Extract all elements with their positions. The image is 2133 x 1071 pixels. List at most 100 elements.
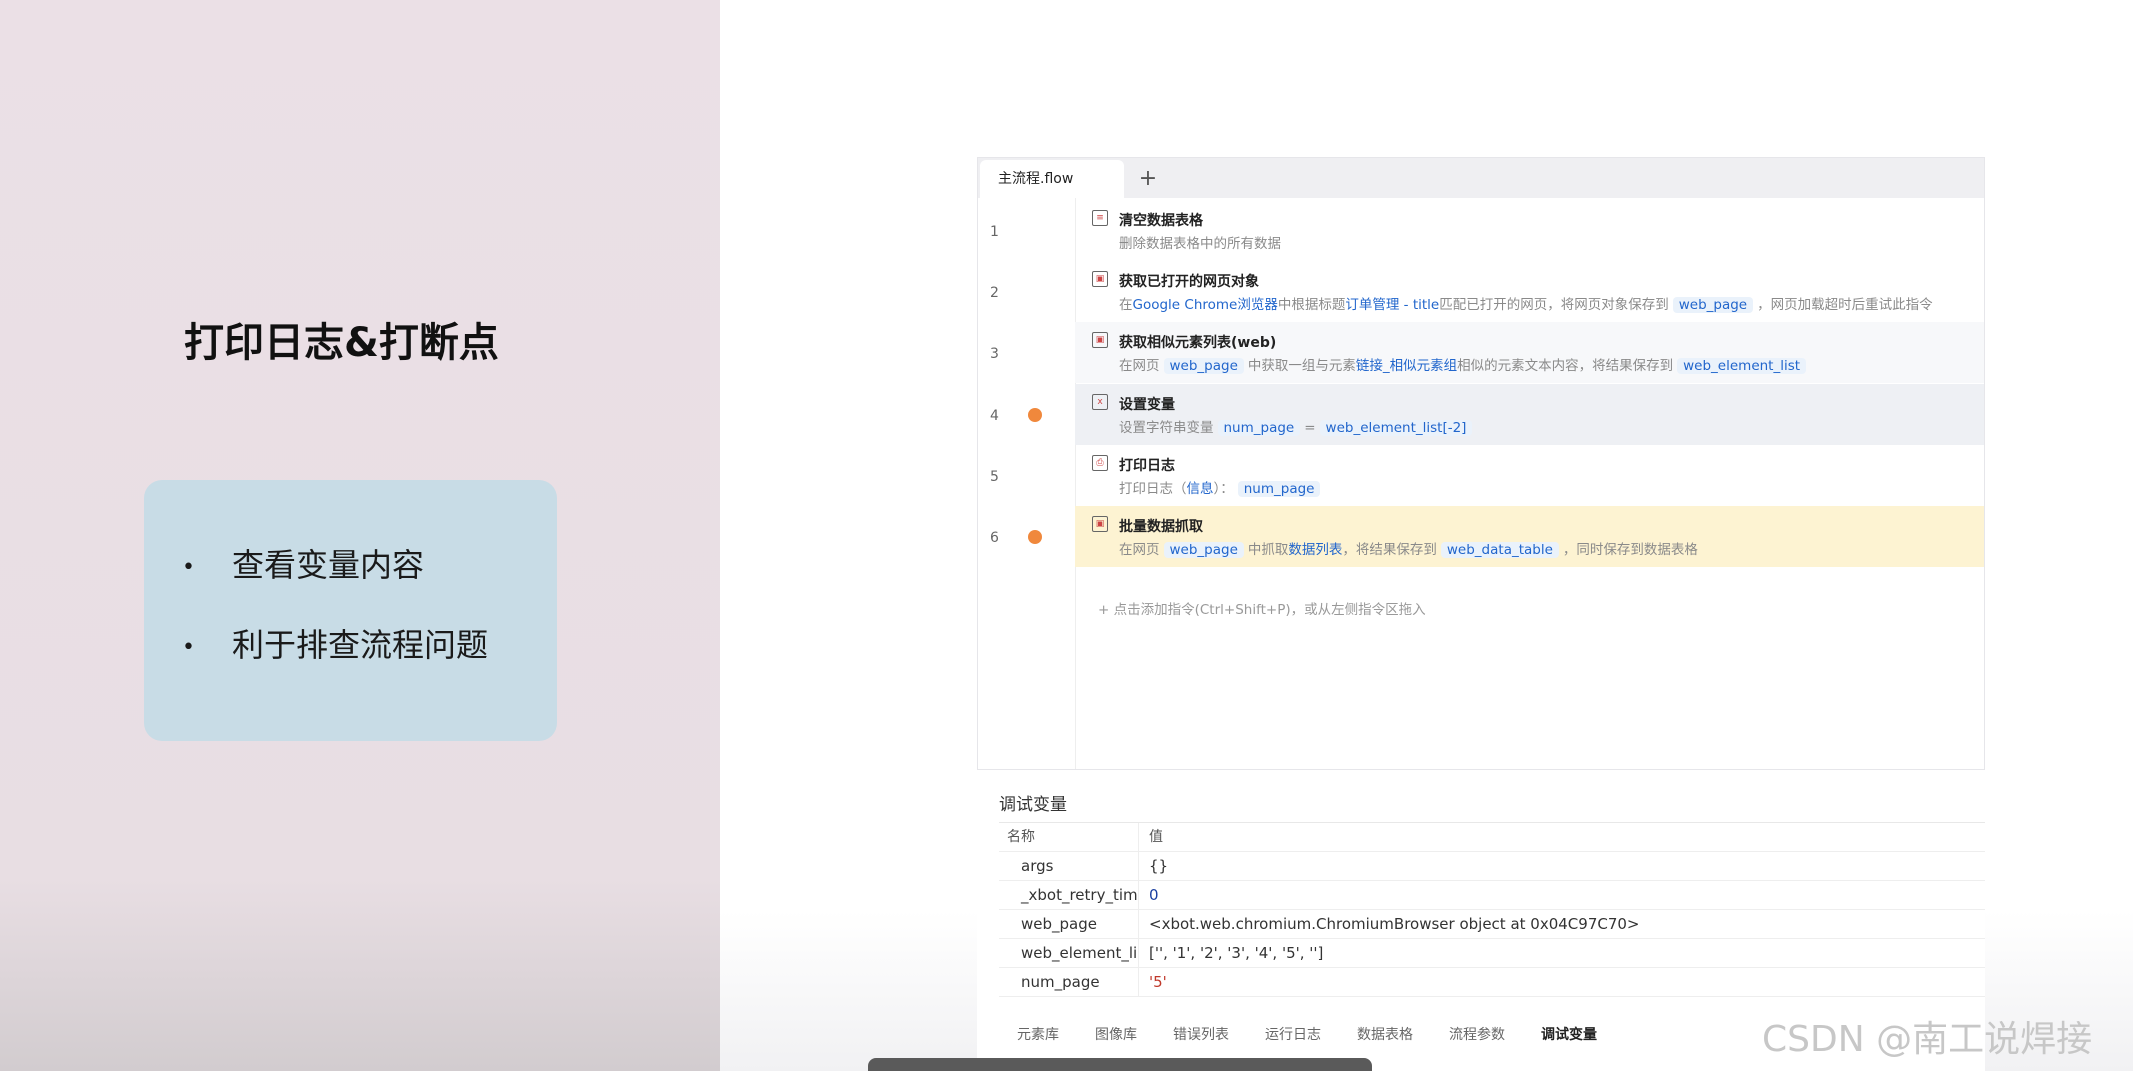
bottom-tab[interactable]: 运行日志 xyxy=(1265,1024,1321,1044)
table-row[interactable]: num_page '5' xyxy=(999,968,1985,997)
command-title: 设置变量 xyxy=(1119,397,1175,413)
debug-variables-table: 名称 值 args {} _xbot_retry_time 0 web_page <xbo… xyxy=(999,822,1985,997)
command-icon: ▣ xyxy=(1092,271,1108,287)
command-icon: ≡ xyxy=(1092,210,1108,226)
bullet-text: 查看变量内容 xyxy=(232,546,425,584)
description-segment: 中抓取 xyxy=(1247,542,1289,558)
bullet-text: 利于排查流程问题 xyxy=(232,626,489,664)
command-row[interactable]: 1 ≡ 清空数据表格删除数据表格中的所有数据 xyxy=(978,200,1984,261)
watermark: CSDN @南工说焊接 xyxy=(1762,1019,2093,1060)
table-row[interactable]: args {} xyxy=(999,852,1985,881)
command-row[interactable]: 6 ▣ 批量数据抓取 在网页 web_page 中抓取数据列表，将结果保存到 web_dat… xyxy=(978,506,1984,567)
variable-value: '5' xyxy=(1149,973,1167,991)
description-segment: 链接_相似元素组 xyxy=(1355,358,1458,374)
add-tab-button[interactable]: + xyxy=(1133,164,1163,194)
bottom-tab[interactable]: 数据表格 xyxy=(1357,1024,1413,1044)
description-segment: Google Chrome浏览器 xyxy=(1132,297,1278,313)
bullet-dot: • xyxy=(182,554,195,580)
command-description: 在网页 web_page 中抓取数据列表，将结果保存到 web_data_table，… xyxy=(1119,538,1698,558)
line-number: 2 xyxy=(990,285,999,301)
variable-name: web_element_list xyxy=(999,939,1139,967)
breakpoint-marker[interactable] xyxy=(1028,408,1042,422)
command-row[interactable]: 5 ⎙ 打印日志 打印日志（信息）： num_page xyxy=(978,445,1984,506)
command-row[interactable]: 3 ▣ 获取相似元素列表(web) 在网页 web_page 中获取一组与元素链接_相似元… xyxy=(978,322,1984,383)
table-row[interactable]: _xbot_retry_time 0 xyxy=(999,881,1985,910)
command-title: 批量数据抓取 xyxy=(1119,519,1203,535)
tab-main-flow[interactable]: 主流程.flow xyxy=(980,160,1124,198)
command-content[interactable]: x 设置变量设置字符串变量 num_page = web_element_list[-2… xyxy=(1075,384,1984,445)
variable-value: 0 xyxy=(1149,886,1159,904)
bottom-tab-bar: 元素库 图像库 错误列表 运行日志 数据表格 流程参数 调试变量 xyxy=(1017,1024,1633,1044)
description-segment: 打印日志（ xyxy=(1119,481,1187,497)
variable-name: _xbot_retry_time xyxy=(999,881,1139,909)
line-number: 6 xyxy=(990,530,999,546)
description-segment: 匹配已打开的网页，将网页对象保存到 xyxy=(1439,297,1669,313)
command-icon: ▣ xyxy=(1092,516,1108,532)
command-title: 清空数据表格 xyxy=(1119,213,1203,229)
command-description: 打印日志（信息）： num_page xyxy=(1119,477,1324,497)
description-segment: ，网页加载超时后重试此指令 xyxy=(1757,297,1933,313)
description-segment: 数据列表 xyxy=(1288,542,1343,558)
line-number: 1 xyxy=(990,224,999,240)
flow-editor: 主流程.flow + 1 ≡ 清空数据表格删除数据表格中的所有数据 2 ▣ 获取已打开的网… xyxy=(977,157,1985,770)
description-segment: num_page xyxy=(1217,420,1301,436)
description-segment: 相似的元素文本内容，将结果保存到 xyxy=(1457,358,1674,374)
debug-panel-title: 调试变量 xyxy=(999,795,1067,815)
description-segment: web_page xyxy=(1163,542,1244,558)
description-segment: 信息 xyxy=(1186,481,1214,497)
bottom-tab[interactable]: 元素库 xyxy=(1017,1024,1059,1044)
description-segment: ）： xyxy=(1213,481,1234,497)
description-segment: web_data_table xyxy=(1440,542,1559,558)
description-segment: 中根据标题 xyxy=(1277,297,1346,313)
description-segment: ，同时保存到数据表格 xyxy=(1562,542,1698,558)
command-title: 获取相似元素列表(web) xyxy=(1119,335,1277,351)
command-row[interactable]: 2 ▣ 获取已打开的网页对象 在Google Chrome浏览器中根据标题订单管理 -… xyxy=(978,261,1984,322)
bullet-dot: • xyxy=(182,634,195,660)
variable-name: args xyxy=(999,852,1139,880)
bullet-item: • 利于排查流程问题 xyxy=(182,620,488,666)
variable-rows: args {} _xbot_retry_time 0 web_page <xbot.web… xyxy=(999,852,1985,997)
value-column-header: 值 xyxy=(1149,829,1163,845)
command-description: 在Google Chrome浏览器中根据标题订单管理 - title匹配已打开的… xyxy=(1119,293,1933,313)
line-number: 4 xyxy=(990,408,999,424)
description-segment: = xyxy=(1304,420,1316,436)
bottom-tab[interactable]: 错误列表 xyxy=(1173,1024,1229,1044)
variable-value: ['', '1', '2', '3', '4', '5', ''] xyxy=(1149,944,1324,962)
description-segment: 删除数据表格中的所有数据 xyxy=(1119,236,1281,252)
command-content[interactable]: ▣ 获取已打开的网页对象 在Google Chrome浏览器中根据标题订单管理 - … xyxy=(1075,261,1984,322)
description-segment: 在网页 xyxy=(1119,542,1160,558)
description-segment: num_page xyxy=(1237,481,1321,497)
command-description: 删除数据表格中的所有数据 xyxy=(1119,232,1281,252)
variable-name: num_page xyxy=(999,968,1139,996)
bottom-tab[interactable]: 图像库 xyxy=(1095,1024,1137,1044)
command-description: 设置字符串变量 num_page = web_element_list[-2] xyxy=(1119,416,1476,436)
bullet-card: • 查看变量内容 • 利于排查流程问题 xyxy=(144,480,557,741)
description-segment: 中获取一组与元素 xyxy=(1247,358,1356,374)
variable-name: web_page xyxy=(999,910,1139,938)
command-content[interactable]: ▣ 获取相似元素列表(web) 在网页 web_page 中获取一组与元素链接_相似元素… xyxy=(1075,322,1984,383)
variable-value: {} xyxy=(1149,857,1169,875)
slide-left-panel: 打印日志&打断点 • 查看变量内容 • 利于排查流程问题 xyxy=(0,0,720,1071)
command-title: 打印日志 xyxy=(1119,458,1175,474)
bottom-tab[interactable]: 调试变量 xyxy=(1541,1024,1597,1044)
description-segment: 订单管理 - title xyxy=(1345,297,1440,313)
command-content[interactable]: ≡ 清空数据表格删除数据表格中的所有数据 xyxy=(1075,200,1984,261)
breakpoint-marker[interactable] xyxy=(1028,530,1042,544)
command-row[interactable]: 4 x 设置变量设置字符串变量 num_page = web_element_list[-… xyxy=(978,384,1984,445)
horizontal-scrollbar[interactable] xyxy=(868,1058,1372,1071)
command-content[interactable]: ▣ 批量数据抓取 在网页 web_page 中抓取数据列表，将结果保存到 web_data… xyxy=(1075,506,1984,567)
table-header: 名称 值 xyxy=(999,823,1985,852)
description-segment: web_page xyxy=(1163,358,1244,374)
table-row[interactable]: web_page <xbot.web.chromium.ChromiumBrows… xyxy=(999,910,1985,939)
add-command-hint[interactable]: + 点击添加指令(Ctrl+Shift+P)，或从左侧指令区拖入 xyxy=(1098,598,1426,618)
command-icon: x xyxy=(1092,394,1108,410)
table-row[interactable]: web_element_list ['', '1', '2', '3', '4',… xyxy=(999,939,1985,968)
line-number: 5 xyxy=(990,469,999,485)
description-segment: ，将结果保存到 xyxy=(1342,542,1437,558)
bullet-item: • 查看变量内容 xyxy=(182,540,424,586)
command-icon: ▣ xyxy=(1092,332,1108,348)
description-segment: web_element_list xyxy=(1677,358,1807,374)
description-segment: 在 xyxy=(1119,297,1133,313)
command-content[interactable]: ⎙ 打印日志 打印日志（信息）： num_page xyxy=(1075,445,1984,506)
bottom-tab[interactable]: 流程参数 xyxy=(1449,1024,1505,1044)
